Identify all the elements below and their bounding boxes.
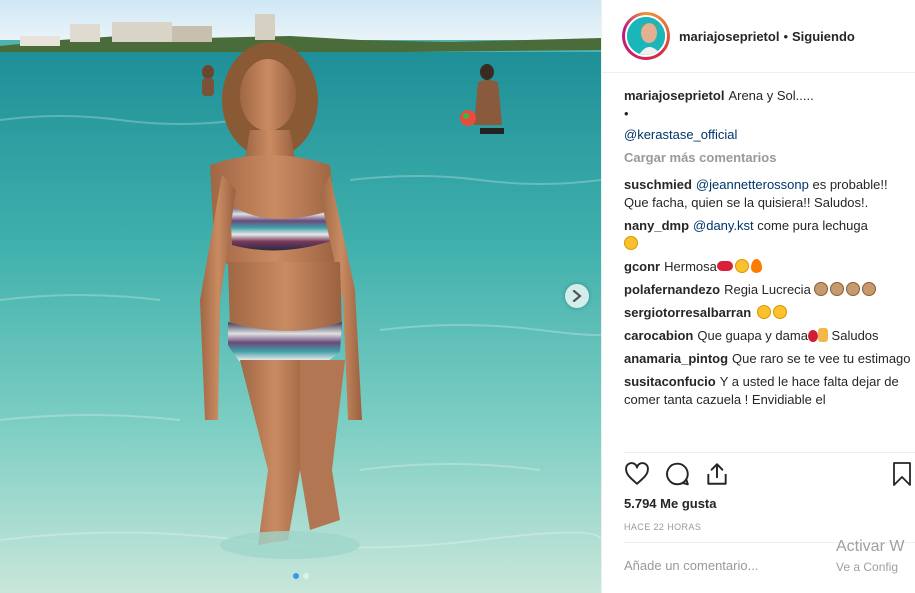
save-button[interactable]: [890, 461, 915, 489]
comment-button[interactable]: [664, 461, 692, 489]
comment-text: Hermosa: [664, 259, 717, 274]
comment-username[interactable]: suschmied: [624, 177, 692, 192]
follow-button[interactable]: Siguiendo: [792, 29, 855, 44]
header-separator: •: [783, 28, 788, 44]
comment-username[interactable]: nany_dmp: [624, 218, 689, 233]
carousel-dot-active: [292, 573, 299, 579]
comment-text: Que raro se te vee tu estimago: [732, 351, 911, 366]
comment-row: anamaria_pintog Que raro se te vee tu est…: [624, 350, 914, 368]
comment-text: come pura lechuga: [753, 218, 868, 233]
watermark-line-2: Ve a Config: [836, 560, 899, 574]
post-side-panel: mariajoseprietol • Siguiendo mariajoseprie…: [601, 0, 915, 593]
load-more-comments-button[interactable]: Cargar más comentarios: [624, 149, 914, 167]
add-comment-input[interactable]: [624, 558, 824, 573]
avatar[interactable]: [622, 12, 670, 60]
heart-eyes-emoji-icon: [734, 259, 749, 273]
post-photo[interactable]: [0, 0, 601, 593]
carousel-next-button[interactable]: [565, 284, 589, 308]
kiss-emoji-icon: [757, 305, 772, 319]
comment-username[interactable]: sergiotorresalbarran: [624, 305, 751, 320]
post-actions: [624, 461, 914, 489]
watermark-line-1: Activar W: [836, 538, 905, 555]
comment-mention-link[interactable]: @dany.kst: [693, 218, 754, 233]
kiss-lips-emoji-icon: [716, 261, 733, 271]
comment-username[interactable]: polafernandezo: [624, 282, 720, 297]
clap-emoji-icon: [830, 282, 845, 296]
clap-emoji-icon: [814, 282, 829, 296]
comment-text-suffix: Saludos: [827, 328, 879, 343]
profile-picture-icon: [627, 17, 665, 55]
caption-text: Arena y Sol.....: [728, 88, 814, 103]
comment-row: carocabion Que guapa y dama Saludos: [624, 327, 914, 345]
comment-text: Que guapa y dama: [697, 328, 808, 343]
post-timestamp: HACE 22 HORAS: [624, 522, 702, 532]
comment-row: susitaconfucio Y a usted le hace falta de…: [624, 373, 914, 409]
windows-activation-watermark: Activar W Ve a Config: [836, 538, 904, 574]
comment-row: nany_dmp @dany.kst come pura lechuga: [624, 217, 914, 253]
victory-hand-emoji-icon: [817, 328, 828, 342]
caption-username[interactable]: mariajoseprietol: [624, 88, 724, 103]
share-icon: [707, 463, 727, 485]
beach-photo-illustration: [0, 0, 601, 593]
comment-bubble-icon: [666, 462, 689, 486]
fire-emoji-icon: [750, 259, 762, 273]
actions-divider: [624, 452, 915, 453]
like-count[interactable]: 5.794 Me gusta: [624, 496, 717, 511]
comment-username[interactable]: gconr: [624, 259, 660, 274]
rose-emoji-icon: [807, 330, 818, 342]
comment-username[interactable]: susitaconfucio: [624, 374, 716, 389]
comment-username[interactable]: anamaria_pintog: [624, 351, 728, 366]
clap-emoji-icon: [862, 282, 877, 296]
comments-list: mariajoseprietol Arena y Sol..... • @kera…: [624, 87, 914, 452]
comment-text: Regia Lucrecia: [724, 282, 811, 297]
comment-mention-link[interactable]: @jeannetterossonp: [696, 177, 809, 192]
carousel-indicator: [0, 573, 601, 579]
like-button[interactable]: [624, 461, 652, 489]
share-button[interactable]: [704, 461, 732, 489]
laughing-emoji-icon: [624, 236, 638, 250]
caption-bullet: •: [624, 106, 629, 121]
comment-row: polafernandezo Regia Lucrecia: [624, 281, 914, 299]
heart-icon: [625, 462, 649, 485]
comment-row: gconr Hermosa: [624, 258, 914, 276]
kiss-wink-emoji-icon: [773, 305, 788, 319]
comment-username[interactable]: carocabion: [624, 328, 693, 343]
caption-tag-link[interactable]: @kerastase_official: [624, 126, 914, 144]
header-username[interactable]: mariajoseprietol: [679, 29, 779, 44]
comment-row: sergiotorresalbarran: [624, 304, 914, 322]
bookmark-icon: [893, 462, 911, 486]
avatar-image: [625, 15, 667, 57]
carousel-dot: [302, 573, 309, 579]
comment-row: suschmied @jeannetterossonp es probable!!…: [624, 176, 914, 212]
caption: mariajoseprietol Arena y Sol..... • @kera…: [624, 87, 914, 144]
post-header: mariajoseprietol • Siguiendo: [602, 0, 915, 73]
chevron-right-icon: [572, 290, 582, 302]
clap-emoji-icon: [846, 282, 861, 296]
